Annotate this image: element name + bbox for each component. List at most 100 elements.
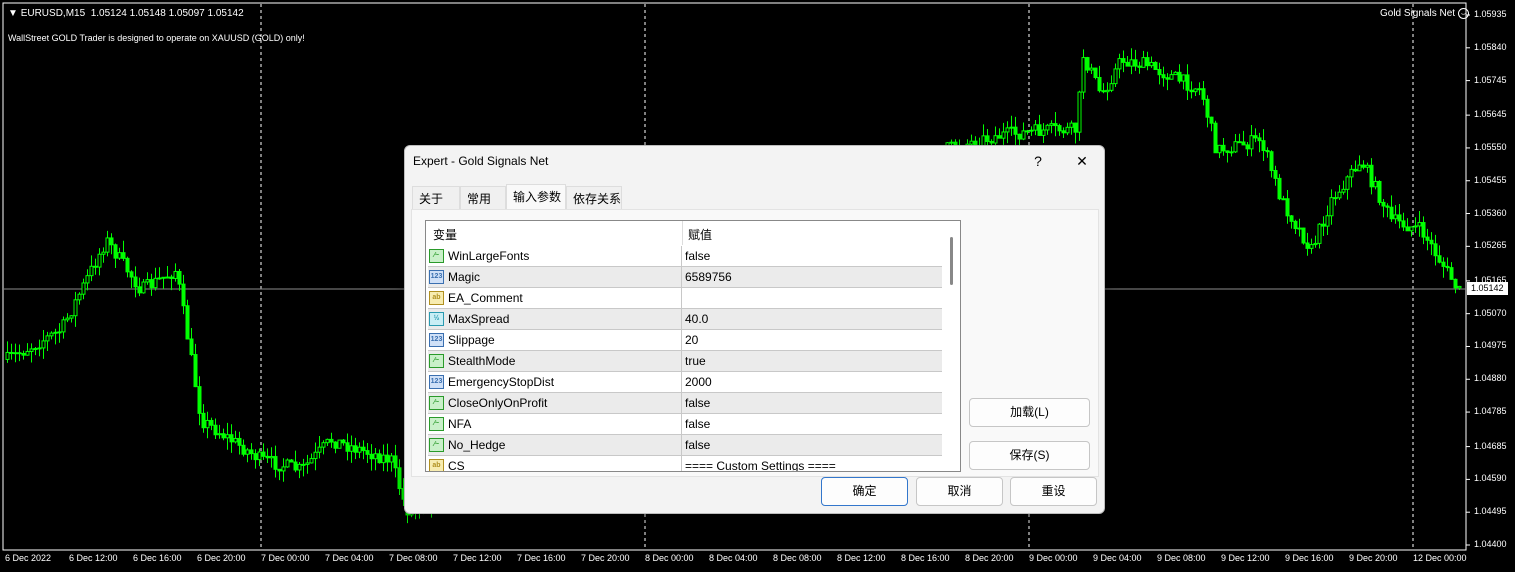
- candle-body: [257, 451, 262, 461]
- param-row[interactable]: ab EA_Comment: [428, 288, 942, 309]
- price-tick: 1.04975: [1474, 340, 1507, 351]
- candle-body: [1177, 71, 1182, 82]
- candle-body: [357, 446, 362, 453]
- ok-button[interactable]: 确定: [821, 477, 908, 506]
- candle-body: [1437, 255, 1442, 263]
- candle-body: [45, 335, 50, 342]
- candle-body: [137, 286, 142, 294]
- candle-body: [1453, 278, 1458, 289]
- bool-type-icon: ⁄~: [429, 354, 444, 368]
- param-value[interactable]: false: [685, 396, 710, 410]
- time-tick: 7 Dec 04:00: [325, 553, 374, 563]
- param-row[interactable]: ⁄~ WinLargeFonts false: [428, 246, 942, 267]
- candle-body: [249, 449, 254, 455]
- ea-label[interactable]: Gold Signals Net ⌣: [1380, 8, 1469, 19]
- param-value[interactable]: false: [685, 249, 710, 263]
- close-button[interactable]: ✕: [1070, 151, 1094, 171]
- cancel-button[interactable]: 取消: [916, 477, 1003, 506]
- param-value[interactable]: 6589756: [685, 270, 732, 284]
- candle-body: [1425, 236, 1430, 241]
- ea-message: WallStreet GOLD Trader is designed to op…: [8, 33, 305, 43]
- candle-body: [1285, 198, 1290, 217]
- candle-body: [1141, 57, 1146, 68]
- param-row[interactable]: 123 Magic 6589756: [428, 267, 942, 288]
- candle-body: [29, 348, 34, 352]
- candle-body: [37, 347, 42, 350]
- candle-body: [1257, 137, 1262, 142]
- ohlc-values: 1.05124 1.05148 1.05097 1.05142: [90, 8, 244, 19]
- candle-body: [61, 319, 66, 333]
- param-row[interactable]: ⁄~ CloseOnlyOnProfit false: [428, 393, 942, 414]
- candle-body: [389, 455, 394, 463]
- symbol-label: EURUSD,M15: [20, 8, 86, 19]
- param-value[interactable]: false: [685, 417, 710, 431]
- tab-inputs[interactable]: 输入参数: [506, 184, 566, 210]
- candle-body: [385, 454, 390, 463]
- price-tick: 1.05935: [1474, 9, 1507, 19]
- candle-body: [1249, 135, 1254, 150]
- param-row[interactable]: ⁄~ No_Hedge false: [428, 435, 942, 456]
- candle-body: [969, 140, 974, 145]
- candle-body: [1013, 126, 1018, 135]
- save-button[interactable]: 保存(S): [969, 441, 1090, 470]
- param-value[interactable]: false: [685, 438, 710, 452]
- time-tick: 9 Dec 00:00: [1029, 553, 1078, 563]
- column-header-variable[interactable]: 变量: [433, 226, 457, 243]
- price-tick: 1.05265: [1474, 240, 1507, 251]
- candle-body: [77, 293, 82, 301]
- dropdown-arrow-icon[interactable]: ▼: [8, 8, 18, 19]
- scrollbar-thumb[interactable]: [950, 237, 953, 285]
- candle-body: [1077, 91, 1082, 133]
- candle-body: [1017, 133, 1022, 140]
- param-value[interactable]: ==== Custom Settings ====: [685, 459, 836, 471]
- candle-body: [1305, 242, 1310, 249]
- param-row[interactable]: ⁄~ NFA false: [428, 414, 942, 435]
- candle-body: [297, 463, 302, 471]
- param-value[interactable]: 2000: [685, 375, 712, 389]
- chart-header: ▼ EURUSD,M15 1.05124 1.05148 1.05097 1.0…: [8, 8, 244, 19]
- param-row[interactable]: 123 EmergencyStopDist 2000: [428, 372, 942, 393]
- double-type-icon: ½: [429, 312, 444, 326]
- param-name: WinLargeFonts: [448, 249, 530, 263]
- candle-body: [233, 437, 238, 443]
- candle-body: [949, 141, 954, 144]
- candle-body: [1209, 116, 1214, 124]
- candle-body: [49, 332, 54, 337]
- tab-dependencies[interactable]: 依存关系: [566, 186, 622, 210]
- candle-body: [1265, 149, 1270, 153]
- scrollbar[interactable]: [944, 221, 960, 471]
- price-tick: 1.05070: [1474, 307, 1507, 318]
- candle-body: [1049, 123, 1054, 126]
- candle-body: [1253, 135, 1258, 139]
- candle-body: [1329, 197, 1334, 217]
- time-tick: 12 Dec 00:00: [1413, 553, 1467, 563]
- tab-about[interactable]: 关于: [412, 186, 460, 210]
- param-row[interactable]: 123 Slippage 20: [428, 330, 942, 351]
- candle-body: [1093, 67, 1098, 78]
- candle-body: [273, 456, 278, 470]
- param-row[interactable]: ½ MaxSpread 40.0: [428, 309, 942, 330]
- load-button[interactable]: 加载(L): [969, 398, 1090, 427]
- candle-body: [121, 252, 126, 259]
- time-tick: 7 Dec 00:00: [261, 553, 310, 563]
- time-tick: 8 Dec 20:00: [965, 553, 1014, 563]
- price-tick: 1.04880: [1474, 373, 1507, 384]
- candle-body: [1045, 124, 1050, 131]
- param-value[interactable]: true: [685, 354, 706, 368]
- candle-body: [253, 453, 258, 461]
- param-row[interactable]: ab CS ==== Custom Settings ====: [428, 456, 942, 471]
- candle-body: [1133, 59, 1138, 67]
- candle-body: [393, 455, 398, 469]
- tab-common[interactable]: 常用: [460, 186, 506, 210]
- candle-body: [345, 442, 350, 452]
- param-value[interactable]: 40.0: [685, 312, 708, 326]
- param-value[interactable]: 20: [685, 333, 698, 347]
- help-button[interactable]: ?: [1026, 151, 1050, 171]
- reset-button[interactable]: 重设: [1010, 477, 1097, 506]
- param-row[interactable]: ⁄~ StealthMode true: [428, 351, 942, 372]
- column-header-value[interactable]: 赋值: [688, 226, 712, 243]
- candle-body: [1073, 122, 1078, 133]
- candle-body: [1313, 242, 1318, 246]
- candle-body: [101, 251, 106, 255]
- candle-body: [1321, 223, 1326, 227]
